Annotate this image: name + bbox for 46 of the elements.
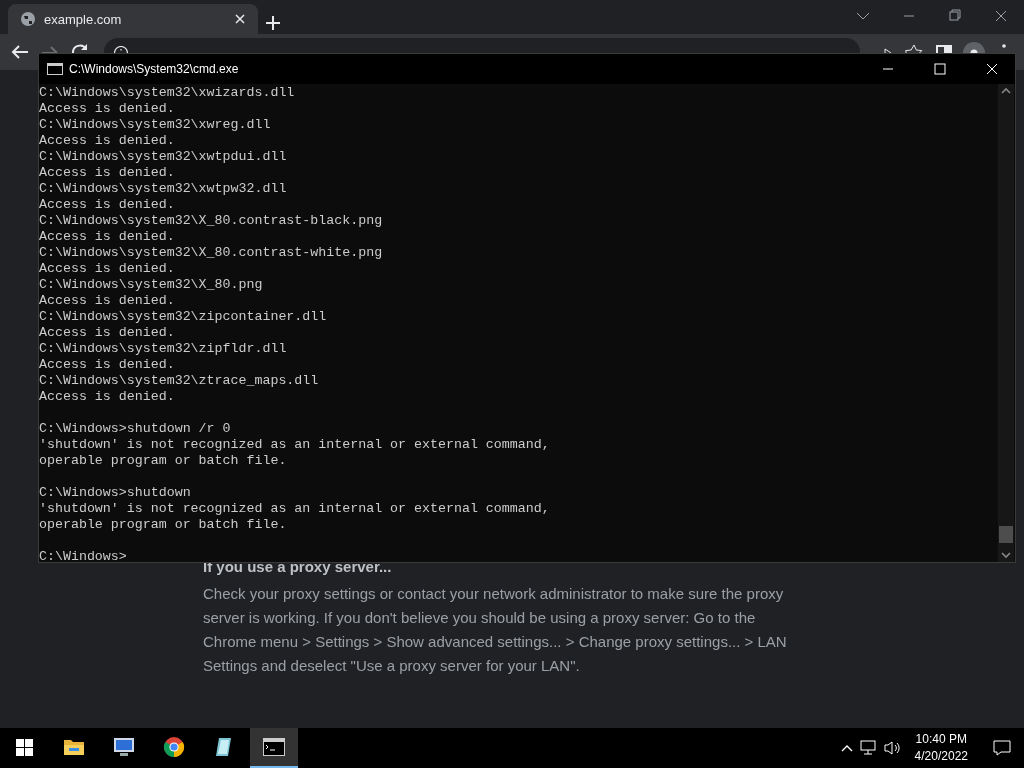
- scrollbar[interactable]: [998, 84, 1014, 562]
- console-line: C:\Windows>shutdown /r 0: [39, 421, 232, 437]
- monitor-icon: [112, 736, 136, 758]
- console-line: C:\Windows>shutdown: [39, 485, 192, 501]
- console-line: Access is denied.: [39, 229, 176, 245]
- console-line: C:\Windows\system32\X_80.contrast-black.png: [39, 213, 384, 229]
- clock[interactable]: 10:40 PM 4/20/2022: [906, 731, 976, 765]
- console-line: Access is denied.: [39, 325, 176, 341]
- console-line: Access is denied.: [39, 133, 176, 149]
- console-line: operable program or batch file.: [39, 453, 288, 469]
- taskbar-app[interactable]: [250, 728, 298, 768]
- console-line: 'shutdown' is not recognized as an internal or external command,: [39, 501, 551, 517]
- console-line: Access is denied.: [39, 165, 176, 181]
- console-line: C:\Windows\system32\xwreg.dll: [39, 117, 272, 133]
- window-title: C:\Windows\System32\cmd.exe: [69, 62, 240, 76]
- console-line: C:\Windows\system32\zipfldr.dll: [39, 341, 288, 357]
- network-icon[interactable]: [858, 739, 879, 757]
- console-line: Access is denied.: [39, 357, 176, 373]
- console-line: C:\Windows\system32\zipcontainer.dll: [39, 309, 328, 325]
- scroll-thumb[interactable]: [999, 526, 1013, 543]
- console-line: Access is denied.: [39, 101, 176, 117]
- windows-logo-icon: [15, 738, 33, 756]
- console-line: C:\Windows>: [39, 549, 128, 562]
- console-line: Access is denied.: [39, 389, 176, 405]
- folder-icon: [63, 737, 85, 757]
- console-line: operable program or batch file.: [39, 517, 288, 533]
- help-paragraph: Check your proxy settings or contact your network administrator to make sure the proxy server is working. If you don't believe you should be using a proxy server: Go to the Chrome menu > Settings > Show advanced settings... > Change proxy settings... > LAN Settings and deselect "Use a proxy server for your LAN".: [203, 584, 788, 676]
- console-line: C:\Windows\system32\xwtpw32.dll: [39, 181, 288, 197]
- console-line: C:\Windows\system32\xwizards.dll: [39, 85, 296, 101]
- console-line: C:\Windows\system32\X_80.png: [39, 277, 264, 293]
- speaker-icon[interactable]: [882, 739, 903, 757]
- console-line: 'shutdown' is not recognized as an internal or external command,: [39, 437, 551, 453]
- globe-icon: [20, 11, 36, 27]
- console-icon: [47, 63, 63, 75]
- console-line: C:\Windows\system32\ztrace_maps.dll: [39, 373, 320, 389]
- console-icon: [263, 738, 285, 756]
- close-icon[interactable]: [234, 13, 246, 25]
- console-line: Access is denied.: [39, 197, 176, 213]
- browser-logo-icon: [163, 736, 185, 758]
- console-line: C:\Windows\system32\xwtpdui.dll: [39, 149, 288, 165]
- console-line: C:\Windows\system32\X_80.contrast-white.png: [39, 245, 384, 261]
- profile-icon[interactable]: [962, 41, 986, 53]
- info-icon: [114, 46, 128, 53]
- console-line: Access is denied.: [39, 261, 176, 277]
- console-line: Access is denied.: [39, 293, 176, 309]
- browser-tab[interactable]: example.com: [8, 4, 258, 34]
